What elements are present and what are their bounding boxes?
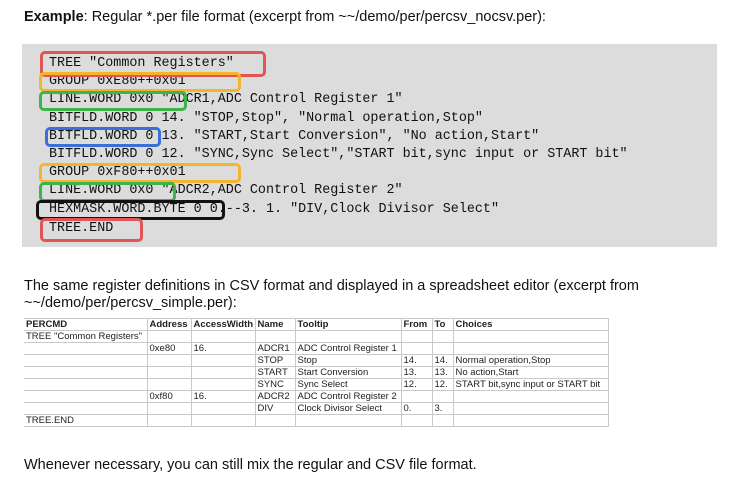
header-cell: Name <box>255 318 296 331</box>
cell: ADC Control Register 2 <box>295 390 402 403</box>
cell: 14. <box>432 354 454 367</box>
cell <box>147 402 192 415</box>
header-cell: PERCMD <box>24 318 148 331</box>
cell <box>432 414 454 427</box>
cell <box>191 330 256 343</box>
cell <box>147 354 192 367</box>
cell: 0. <box>401 402 433 415</box>
cell: ADCR1 <box>255 342 296 355</box>
cell: 12. <box>401 378 433 391</box>
group-highlight-box <box>39 72 241 92</box>
table-row: SYNC Sync Select 12. 12. START bit,sync inpu… <box>24 378 609 391</box>
cell <box>295 414 402 427</box>
intro-line: Example: Regular *.per file format (exce… <box>24 9 546 25</box>
header-cell: To <box>432 318 454 331</box>
cell <box>453 402 609 415</box>
cell <box>401 390 433 403</box>
cell: Clock Divisor Select <box>295 402 402 415</box>
cell: STOP <box>255 354 296 367</box>
csv-description: The same register definitions in CSV for… <box>24 278 639 311</box>
intro-text: : Regular *.per file format (excerpt fro… <box>83 9 546 25</box>
cell <box>295 330 402 343</box>
cell <box>147 378 192 391</box>
bitfld-highlight-box <box>45 127 161 147</box>
cell: SYNC <box>255 378 296 391</box>
cell <box>401 330 433 343</box>
cell <box>191 366 256 379</box>
mix-formats-note: Whenever necessary, you can still mix th… <box>24 457 477 473</box>
table-row: START Start Conversion 13. 13. No action,Sta… <box>24 366 609 379</box>
cell <box>453 414 609 427</box>
cell <box>147 414 192 427</box>
cell <box>432 330 454 343</box>
cell <box>24 354 148 367</box>
cell: Sync Select <box>295 378 402 391</box>
hexmask-highlight-box <box>36 200 225 220</box>
cell <box>401 414 433 427</box>
spreadsheet-header-row: PERCMD Address AccessWidth Name Tooltip … <box>24 318 609 331</box>
cell <box>453 330 609 343</box>
tree-end-highlight-box <box>40 218 143 242</box>
code-line: BITFLD.WORD 0 14. "STOP,Stop", "Normal o… <box>49 111 483 126</box>
code-line: BITFLD.WORD 0 12. "SYNC,Sync Select","ST… <box>49 147 628 162</box>
cell: TREE.END <box>24 414 148 427</box>
cell: ADC Control Register 1 <box>295 342 402 355</box>
cell: 0xe80 <box>147 342 192 355</box>
cell: Stop <box>295 354 402 367</box>
cell <box>24 342 148 355</box>
cell <box>432 342 454 355</box>
cell <box>255 330 296 343</box>
table-row: TREE.END <box>24 414 609 427</box>
header-cell: From <box>401 318 433 331</box>
cell: Normal operation,Stop <box>453 354 609 367</box>
example-label: Example <box>24 9 84 25</box>
group-highlight-box-2 <box>39 163 241 183</box>
cell <box>453 342 609 355</box>
header-cell: AccessWidth <box>191 318 256 331</box>
table-row: TREE "Common Registers" <box>24 330 609 343</box>
cell: Start Conversion <box>295 366 402 379</box>
cell <box>24 378 148 391</box>
cell <box>191 402 256 415</box>
spreadsheet-table: PERCMD Address AccessWidth Name Tooltip … <box>24 318 609 427</box>
cell: 13. <box>401 366 433 379</box>
line-highlight-box-2 <box>39 182 176 202</box>
cell: START bit,sync input or START bit <box>453 378 609 391</box>
table-row: DIV Clock Divisor Select 0. 3. <box>24 402 609 415</box>
cell <box>147 330 192 343</box>
cell: 3. <box>432 402 454 415</box>
cell: 16. <box>191 390 256 403</box>
table-row: 0xf80 16. ADCR2 ADC Control Register 2 <box>24 390 609 403</box>
header-cell: Tooltip <box>295 318 402 331</box>
cell: 14. <box>401 354 433 367</box>
cell: 13. <box>432 366 454 379</box>
cell <box>147 366 192 379</box>
cell: ADCR2 <box>255 390 296 403</box>
cell <box>401 342 433 355</box>
cell: DIV <box>255 402 296 415</box>
cell <box>191 414 256 427</box>
cell <box>255 414 296 427</box>
cell <box>191 378 256 391</box>
cell: 12. <box>432 378 454 391</box>
table-row: 0xe80 16. ADCR1 ADC Control Register 1 <box>24 342 609 355</box>
cell: START <box>255 366 296 379</box>
cell: 0xf80 <box>147 390 192 403</box>
cell <box>24 402 148 415</box>
cell <box>24 366 148 379</box>
cell: 16. <box>191 342 256 355</box>
line-highlight-box <box>39 91 187 111</box>
cell <box>191 354 256 367</box>
header-cell: Choices <box>453 318 609 331</box>
cell <box>432 390 454 403</box>
table-row: STOP Stop 14. 14. Normal operation,Stop <box>24 354 609 367</box>
cell <box>453 390 609 403</box>
cell: TREE "Common Registers" <box>24 330 148 343</box>
cell <box>24 390 148 403</box>
cell: No action,Start <box>453 366 609 379</box>
header-cell: Address <box>147 318 192 331</box>
